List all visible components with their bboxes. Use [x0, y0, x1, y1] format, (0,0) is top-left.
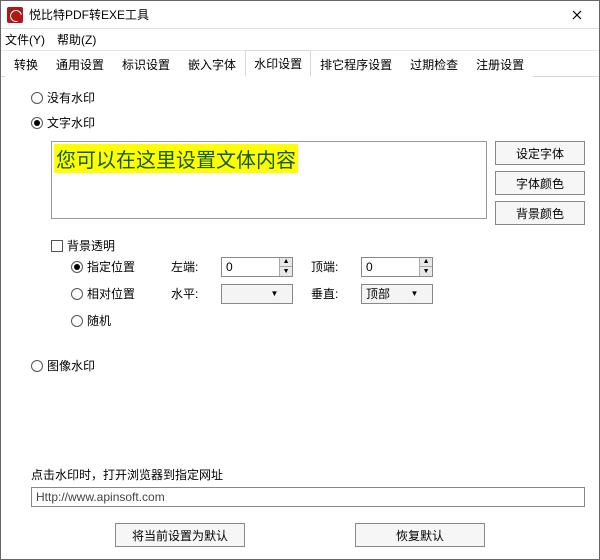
radio-relative-row: 相对位置 [71, 285, 171, 302]
radio-random-position[interactable] [71, 315, 83, 327]
bg-transparent-checkbox[interactable] [51, 240, 63, 252]
bg-transparent-row: 背景透明 [51, 237, 585, 254]
watermark-buttons-col: 设定字体 字体颜色 背景颜色 [495, 141, 585, 225]
radio-no-watermark[interactable] [31, 92, 43, 104]
radio-no-watermark-label: 没有水印 [47, 89, 95, 106]
radio-text-watermark-label: 文字水印 [47, 114, 95, 131]
radio-random-row: 随机 [71, 312, 171, 329]
window-title: 悦比特PDF转EXE工具 [29, 6, 557, 23]
tab-content: 没有水印 文字水印 您可以在这里设置文体内容 设定字体 字体颜色 背景颜色 背景… [1, 77, 599, 513]
menu-help[interactable]: 帮助(Z) [57, 31, 96, 48]
menubar: 文件(Y) 帮助(Z) [1, 29, 599, 51]
set-font-button[interactable]: 设定字体 [495, 141, 585, 165]
radio-fixed-label: 指定位置 [87, 258, 135, 275]
url-section: 点击水印时，打开浏览器到指定网址 [31, 466, 585, 507]
text-watermark-panel: 您可以在这里设置文体内容 设定字体 字体颜色 背景颜色 [51, 141, 585, 225]
tabstrip: 转换 通用设置 标识设置 嵌入字体 水印设置 排它程序设置 过期检查 注册设置 [1, 51, 599, 77]
app-icon [7, 7, 23, 23]
tab-general[interactable]: 通用设置 [47, 51, 113, 77]
watermark-preview-box[interactable]: 您可以在这里设置文体内容 [51, 141, 487, 219]
close-icon [572, 10, 582, 20]
position-grid: 指定位置 左端: ▲ ▼ 顶端: ▲ ▼ [71, 256, 585, 331]
tab-watermark[interactable]: 水印设置 [245, 50, 311, 77]
left-input[interactable] [222, 258, 279, 276]
bottom-bar: 将当前设置为默认 恢复默认 [1, 513, 599, 559]
bg-color-button[interactable]: 背景颜色 [495, 201, 585, 225]
radio-relative-label: 相对位置 [87, 285, 135, 302]
tab-convert[interactable]: 转换 [5, 51, 47, 77]
down-arrow-icon[interactable]: ▼ [420, 267, 432, 276]
up-arrow-icon[interactable]: ▲ [420, 258, 432, 268]
menu-file[interactable]: 文件(Y) [5, 31, 45, 48]
radio-fixed-row: 指定位置 [71, 258, 171, 275]
down-arrow-icon[interactable]: ▼ [280, 267, 292, 276]
close-button[interactable] [557, 2, 597, 28]
vert-dropdown[interactable]: 顶部 ▼ [361, 284, 433, 304]
vert-value: 顶部 [362, 285, 397, 302]
chevron-down-icon: ▼ [397, 289, 432, 298]
watermark-preview-text: 您可以在这里设置文体内容 [54, 144, 298, 173]
left-label: 左端: [171, 258, 221, 275]
radio-image-watermark-label: 图像水印 [47, 357, 95, 374]
top-spin-buttons[interactable]: ▲ ▼ [419, 258, 432, 276]
tab-embed-font[interactable]: 嵌入字体 [179, 51, 245, 77]
radio-relative-position[interactable] [71, 288, 83, 300]
left-spin-buttons[interactable]: ▲ ▼ [279, 258, 292, 276]
url-input[interactable] [31, 487, 585, 507]
set-default-button[interactable]: 将当前设置为默认 [115, 523, 245, 547]
font-color-button[interactable]: 字体颜色 [495, 171, 585, 195]
radio-no-watermark-row: 没有水印 [31, 89, 585, 106]
radio-text-watermark[interactable] [31, 117, 43, 129]
position-section: 背景透明 指定位置 左端: ▲ ▼ 顶端: [51, 235, 585, 331]
restore-default-button[interactable]: 恢复默认 [355, 523, 485, 547]
titlebar: 悦比特PDF转EXE工具 [1, 1, 599, 29]
horiz-label: 水平: [171, 285, 221, 302]
radio-image-watermark[interactable] [31, 360, 43, 372]
bg-transparent-label: 背景透明 [67, 237, 115, 254]
top-label: 顶端: [311, 258, 361, 275]
top-input[interactable] [362, 258, 419, 276]
app-window: 悦比特PDF转EXE工具 文件(Y) 帮助(Z) 转换 通用设置 标识设置 嵌入… [0, 0, 600, 560]
horiz-dropdown[interactable]: ▼ [221, 284, 293, 304]
tab-logo[interactable]: 标识设置 [113, 51, 179, 77]
top-spinner[interactable]: ▲ ▼ [361, 257, 433, 277]
url-label: 点击水印时，打开浏览器到指定网址 [31, 466, 585, 483]
tab-expiry[interactable]: 过期检查 [401, 51, 467, 77]
tab-register[interactable]: 注册设置 [467, 51, 533, 77]
left-spinner[interactable]: ▲ ▼ [221, 257, 293, 277]
vert-label: 垂直: [311, 285, 361, 302]
radio-text-watermark-row: 文字水印 [31, 114, 585, 131]
chevron-down-icon: ▼ [257, 289, 292, 298]
radio-random-label: 随机 [87, 312, 111, 329]
up-arrow-icon[interactable]: ▲ [280, 258, 292, 268]
radio-image-watermark-row: 图像水印 [31, 357, 585, 374]
tab-exclusive[interactable]: 排它程序设置 [311, 51, 401, 77]
radio-fixed-position[interactable] [71, 261, 83, 273]
